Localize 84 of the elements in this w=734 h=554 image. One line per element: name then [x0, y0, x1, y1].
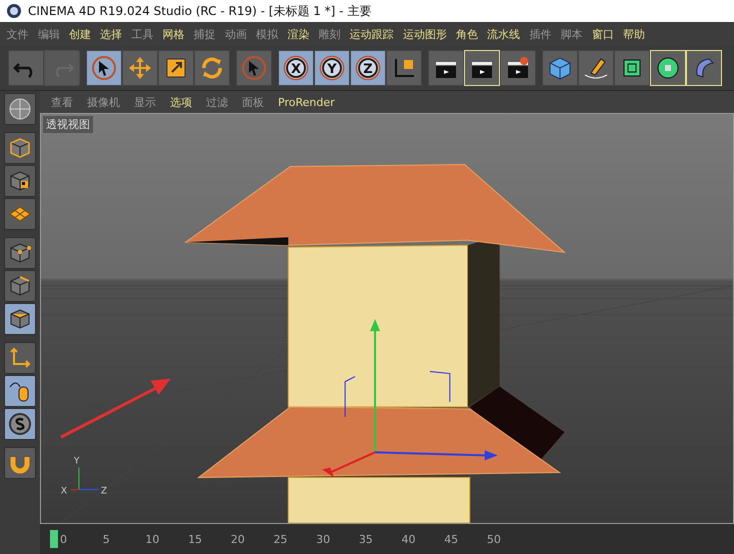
viewport-menu-item[interactable]: 过滤: [199, 94, 235, 110]
view-button[interactable]: [4, 93, 36, 125]
toolbar-button[interactable]: [500, 50, 536, 86]
app-logo-icon: [6, 3, 22, 19]
menu-item[interactable]: 捕捉: [189, 26, 220, 42]
menu-item[interactable]: 流水线: [482, 26, 525, 42]
menu-item[interactable]: 渲染: [282, 26, 314, 42]
move-arrows-icon: [127, 55, 153, 81]
viewport-menu-item[interactable]: 查看: [44, 94, 80, 110]
viewport-menu-item[interactable]: ProRender: [271, 96, 342, 108]
menu-item[interactable]: 模拟: [252, 26, 283, 42]
cube-icon: [547, 55, 573, 81]
frame-number: 40: [402, 532, 416, 546]
toolbar-button[interactable]: [86, 50, 122, 86]
current-frame-marker[interactable]: [50, 530, 58, 548]
axis-lock-icon: Y: [319, 55, 345, 81]
toolbar-button[interactable]: Z: [350, 50, 386, 86]
menu-item[interactable]: 雕刻: [314, 26, 346, 42]
cube-icon: [8, 136, 32, 160]
frame-number: 0: [60, 532, 68, 546]
rotate-icon: [199, 55, 225, 81]
cube-polygon-icon: [8, 307, 32, 331]
globe-icon: [8, 97, 32, 121]
viewport-menu-item[interactable]: 显示: [127, 94, 163, 110]
side-tool-button[interactable]: [4, 270, 36, 302]
menu-item[interactable]: 脚本: [556, 26, 588, 42]
cloner-icon: [655, 55, 681, 81]
menu-item[interactable]: 网格: [158, 26, 190, 42]
cube-edges-icon: [8, 274, 32, 298]
frame-number: 5: [102, 532, 111, 546]
menu-item[interactable]: 角色: [451, 26, 483, 42]
view-name: 透视视图: [43, 116, 93, 133]
frame-number: 30: [316, 532, 332, 546]
s-circle-icon: [8, 412, 32, 436]
side-tool-button[interactable]: [4, 198, 36, 230]
frame-number: 20: [230, 532, 246, 546]
frame-number: 35: [358, 532, 374, 546]
side-tool-button[interactable]: [4, 165, 36, 197]
toolbar-button[interactable]: Y: [314, 50, 350, 86]
toolbar-button[interactable]: [614, 50, 650, 86]
menu-item[interactable]: 窗口: [587, 26, 618, 42]
axis-lock-icon: Z: [355, 55, 381, 81]
window-title: CINEMA 4D R19.024 Studio (RC - R19) - [未标题 1 *] - 主要: [28, 2, 372, 20]
toolbar-button[interactable]: [158, 50, 194, 86]
menu-item[interactable]: 文件: [2, 26, 34, 42]
frame-number: 15: [188, 532, 204, 546]
menu-item[interactable]: 动画: [220, 26, 252, 42]
side-tool-button[interactable]: [4, 342, 36, 374]
frame-number: 50: [486, 532, 502, 546]
axis-lock-icon: X: [283, 55, 309, 81]
arrow-cursor-icon: [91, 55, 117, 81]
side-tool-button[interactable]: [4, 237, 36, 269]
toolbar-button[interactable]: X: [278, 50, 314, 86]
menu-item[interactable]: 创建: [64, 26, 96, 42]
toolbar-button[interactable]: [578, 50, 614, 86]
axis-gizmo-icon: [70, 467, 99, 490]
side-tool-button[interactable]: [4, 375, 36, 407]
side-tool-button[interactable]: [4, 132, 36, 164]
menu-item[interactable]: 工具: [126, 26, 158, 42]
menu-item[interactable]: 帮助: [618, 26, 650, 42]
axis-label: Y: [74, 456, 80, 466]
viewport-menu-item[interactable]: 选项: [163, 94, 199, 110]
toolbar-button[interactable]: [386, 50, 422, 86]
menu-item[interactable]: 选择: [96, 26, 127, 42]
side-tool-button[interactable]: [4, 408, 36, 440]
toolbar-button[interactable]: [428, 50, 464, 86]
menu-item[interactable]: 编辑: [33, 26, 64, 42]
arrow-cursor-icon: [241, 55, 267, 81]
menu-item[interactable]: 运动跟踪: [345, 26, 398, 42]
axis-icon: [8, 346, 32, 370]
viewport-menu-item[interactable]: 摄像机: [80, 94, 127, 110]
frame-number: 45: [444, 532, 460, 546]
menu-item[interactable]: 插件: [524, 26, 556, 42]
menu-item[interactable]: 运动图形: [398, 26, 452, 42]
axis-label: Z: [100, 486, 107, 497]
frame-number: 25: [273, 532, 288, 546]
side-tool-button[interactable]: [4, 303, 36, 335]
cube-points-icon: [8, 241, 32, 265]
checker-cube-icon: [8, 169, 32, 193]
clapperboard-icon: [505, 55, 531, 81]
viewport-menu-item[interactable]: 面板: [235, 94, 271, 110]
axis-label: X: [60, 486, 68, 497]
frame-number: 10: [145, 532, 160, 546]
side-tool-button[interactable]: [4, 447, 36, 479]
